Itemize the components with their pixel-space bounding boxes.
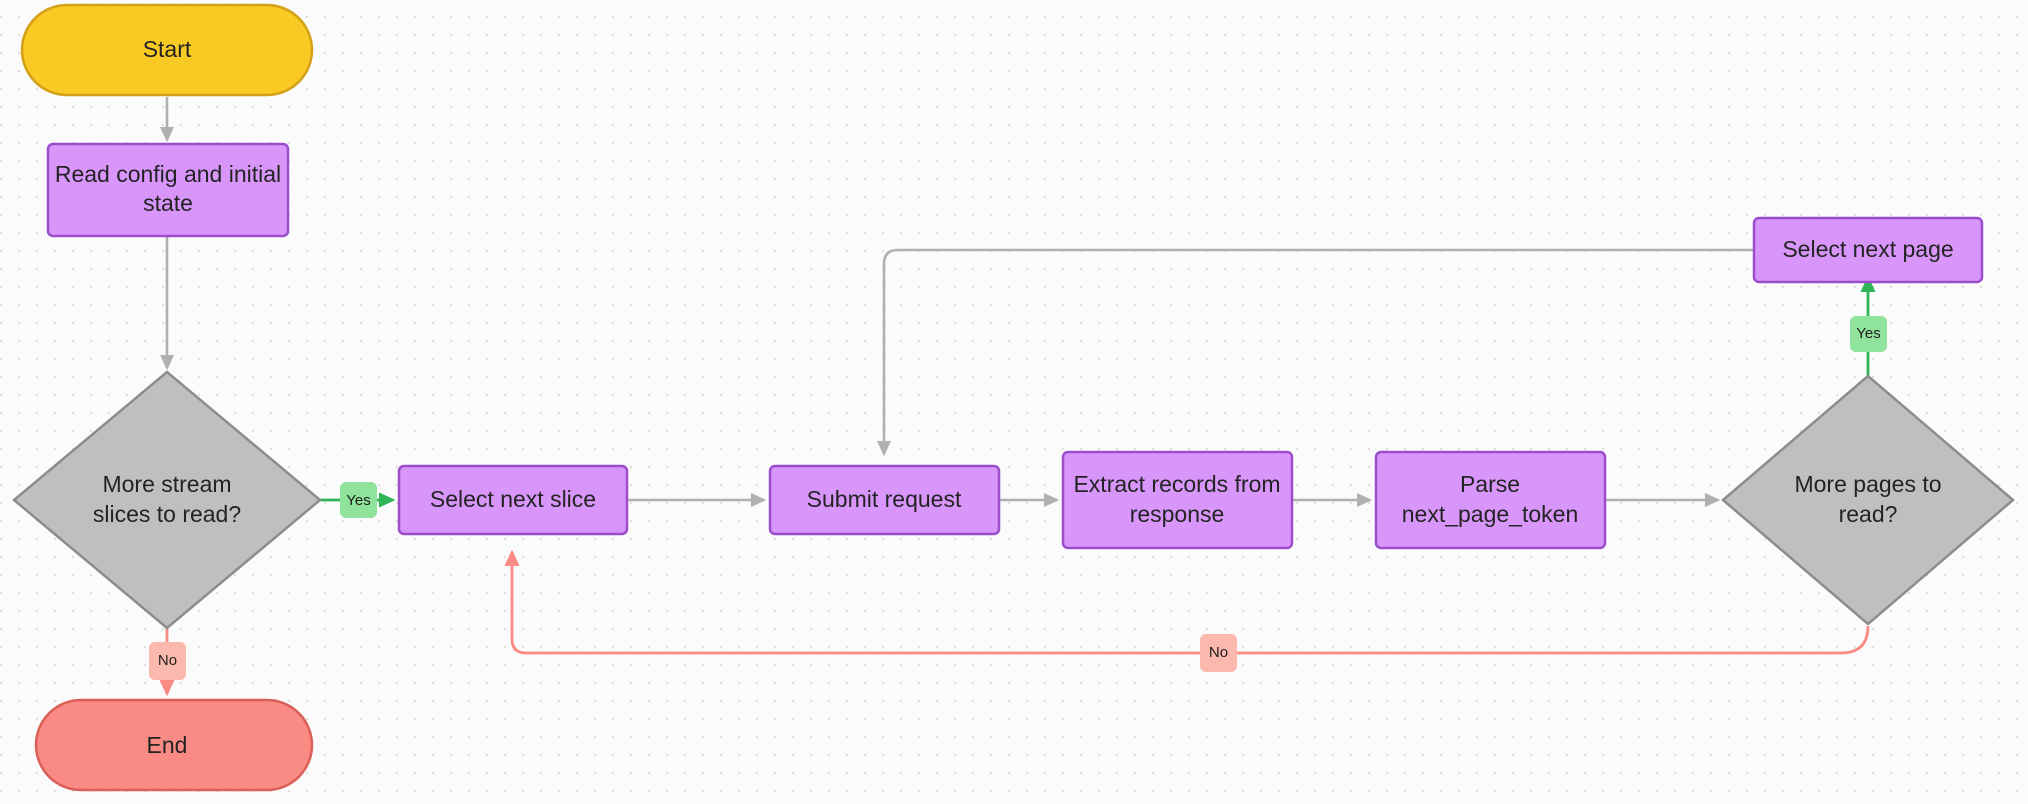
edge-label-more-slices-yes-badge <box>340 482 377 518</box>
node-select-next-page[interactable]: Select next page <box>1752 216 1984 284</box>
flowchart-svg: Start Read config and initial state More… <box>12 3 2015 792</box>
edges-layer <box>159 97 1876 697</box>
node-more-pages[interactable]: More pages to read? <box>1721 374 2015 626</box>
node-submit-request-shape[interactable] <box>768 464 1001 536</box>
edge-select-page-to-submit-loop <box>876 248 1754 457</box>
node-more-stream-slices[interactable]: More stream slices to read? <box>12 370 322 630</box>
node-extract-records[interactable]: Extract records from response <box>1061 450 1294 550</box>
flowchart-canvas: Start Read config and initial state More… <box>0 0 2028 804</box>
edge-label-more-pages-yes-badge <box>1850 316 1887 352</box>
edge-label-more-slices-no-badge <box>149 642 186 680</box>
edge-label-more-slices-yes: Yes <box>340 482 377 518</box>
node-end-shape[interactable] <box>34 698 314 792</box>
node-submit-request[interactable]: Submit request <box>768 464 1001 536</box>
node-more-pages-shape[interactable] <box>1721 374 2015 626</box>
node-parse-next-page-token[interactable]: Parse next_page_token <box>1374 450 1607 550</box>
edge-label-more-slices-no: No <box>149 642 186 680</box>
edge-label-more-pages-no: No <box>1200 634 1237 672</box>
node-start[interactable]: Start <box>20 3 314 97</box>
edge-label-more-pages-yes: Yes <box>1850 316 1887 352</box>
node-parse-next-page-token-shape[interactable] <box>1374 450 1607 550</box>
node-select-next-page-shape[interactable] <box>1752 216 1984 284</box>
node-start-shape[interactable] <box>20 3 314 97</box>
edge-label-more-pages-no-badge <box>1200 634 1237 672</box>
node-end[interactable]: End <box>34 698 314 792</box>
node-select-next-slice[interactable]: Select next slice <box>397 464 629 536</box>
node-extract-records-shape[interactable] <box>1061 450 1294 550</box>
node-more-stream-slices-shape[interactable] <box>12 370 322 630</box>
nodes-layer: Start Read config and initial state More… <box>12 3 2015 792</box>
node-read-config[interactable]: Read config and initial state <box>46 142 290 238</box>
node-read-config-shape[interactable] <box>46 142 290 238</box>
node-select-next-slice-shape[interactable] <box>397 464 629 536</box>
edge-more-pages-no-loop <box>504 549 1870 655</box>
